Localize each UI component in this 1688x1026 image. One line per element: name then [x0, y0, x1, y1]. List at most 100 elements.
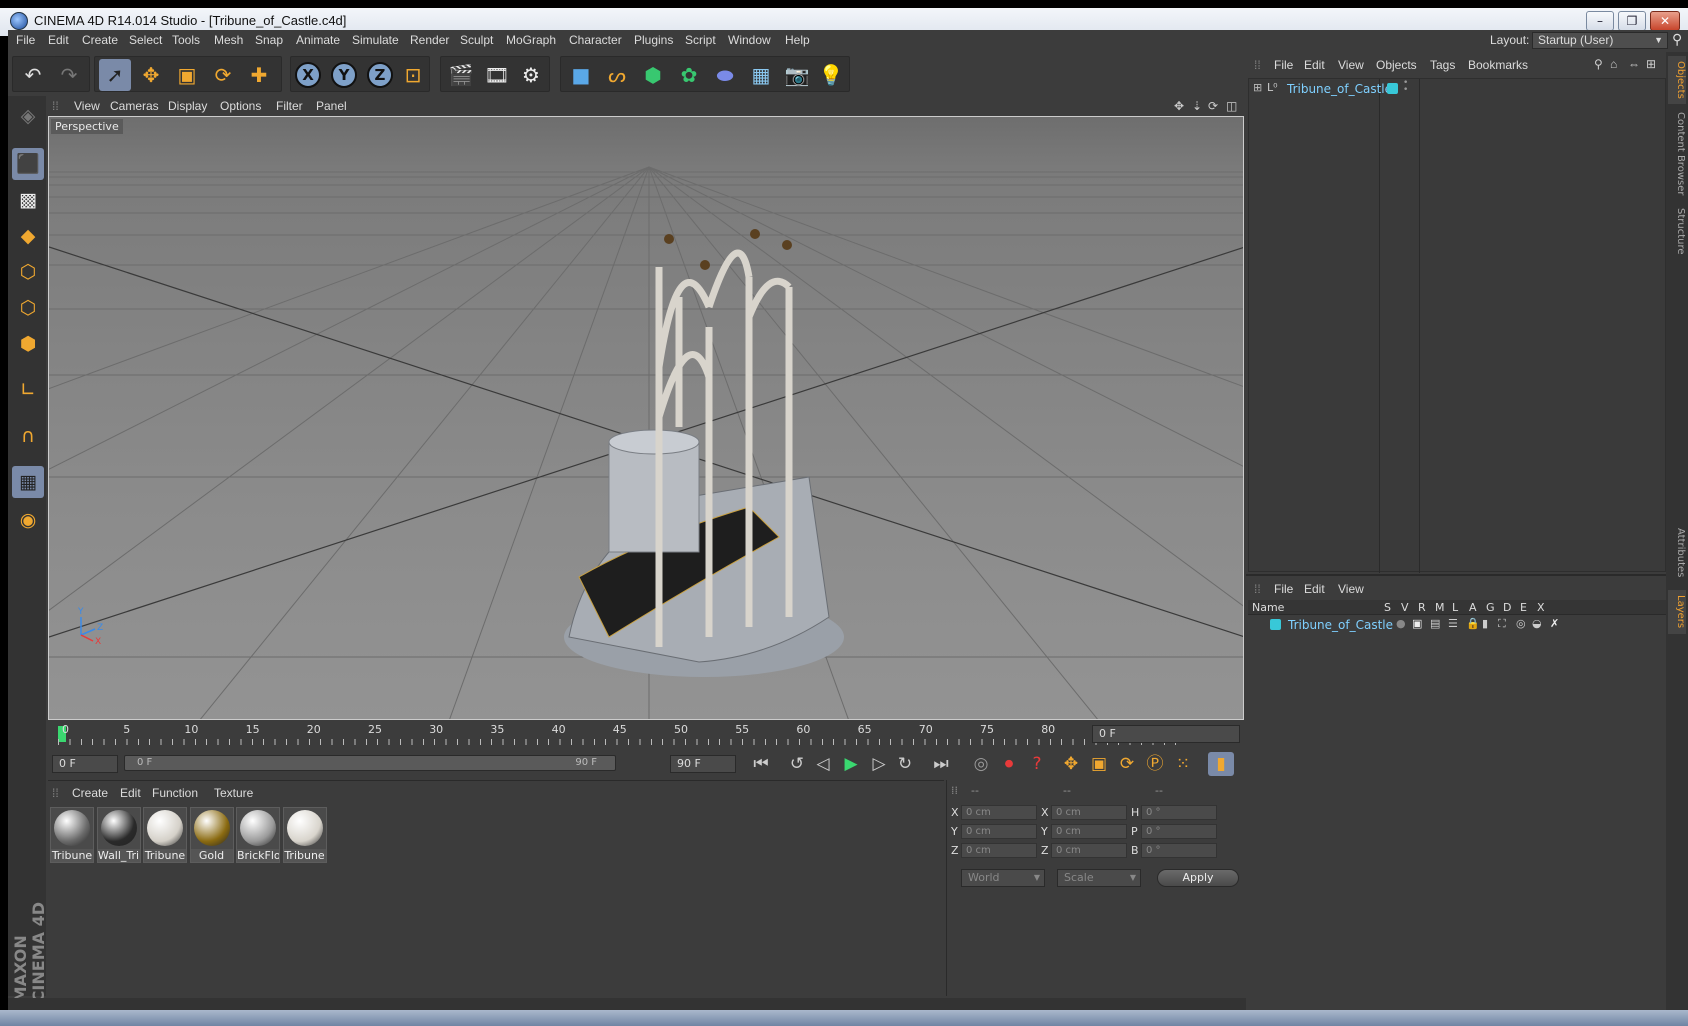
layer-col-e[interactable]: E	[1520, 601, 1527, 614]
deformer-icon[interactable]: ⬬	[709, 59, 741, 91]
render-picture-viewer-icon[interactable]: 🎞	[481, 59, 513, 91]
menu-animate[interactable]: Animate	[296, 33, 340, 47]
move-icon[interactable]: ✥	[135, 59, 167, 91]
search-icon[interactable]: ⚲	[1672, 31, 1682, 48]
autokey-icon[interactable]: ?	[1024, 752, 1050, 776]
x-axis-button[interactable]: X	[295, 62, 321, 88]
lock-icon[interactable]: 🔒	[1466, 617, 1480, 630]
objects-menu-file[interactable]: File	[1274, 58, 1293, 72]
material-swatch[interactable]: BrickFlo	[236, 807, 280, 863]
collapse-icon[interactable]: ⇔	[1628, 57, 1640, 71]
key-position-icon[interactable]: ✥	[1058, 752, 1084, 776]
layer-col-l[interactable]: L	[1452, 601, 1458, 614]
world-dropdown[interactable]: World ▼	[961, 869, 1045, 887]
texture-mode-icon[interactable]: ▩	[12, 184, 44, 216]
menu-tools[interactable]: Tools	[172, 33, 200, 47]
tab-structure[interactable]: Structure	[1668, 204, 1686, 258]
render-view-icon[interactable]: 🎬	[445, 59, 477, 91]
menu-sculpt[interactable]: Sculpt	[460, 33, 493, 47]
current-frame-field[interactable]: 0 F	[1092, 725, 1240, 743]
maximize-button[interactable]: ❐	[1618, 11, 1646, 31]
array-icon[interactable]: ✿	[673, 59, 705, 91]
viewport-menu-display[interactable]: Display	[168, 99, 207, 113]
previous-frame-icon[interactable]: ◁	[810, 752, 836, 776]
menu-mograph[interactable]: MoGraph	[506, 33, 556, 47]
menu-create[interactable]: Create	[82, 33, 118, 47]
magnet-icon[interactable]: ∩	[12, 420, 44, 452]
render-settings-icon[interactable]: ⚙	[515, 59, 547, 91]
layers-menu-edit[interactable]: Edit	[1304, 582, 1325, 596]
next-frame-icon[interactable]: ▷	[866, 752, 892, 776]
coord-value-field[interactable]: 0 °	[1141, 805, 1217, 820]
workplane-lock-icon[interactable]: ▦	[12, 466, 44, 498]
floor-icon[interactable]: ▦	[745, 59, 777, 91]
menu-select[interactable]: Select	[129, 33, 162, 47]
play-icon[interactable]: ▶	[838, 752, 864, 776]
goto-start-icon[interactable]: ⏮	[748, 752, 774, 776]
layer-color-swatch[interactable]	[1270, 619, 1281, 630]
solo-icon[interactable]: ●	[1396, 617, 1406, 630]
axis-mode-icon[interactable]: ∟	[12, 374, 44, 406]
viewport-menu-panel[interactable]: Panel	[316, 99, 347, 113]
viewport-zoom-icon[interactable]: ⇣	[1192, 99, 1202, 113]
start-frame-field[interactable]: 0 F	[52, 755, 118, 773]
layer-col-x[interactable]: X	[1537, 601, 1545, 614]
minimize-button[interactable]: –	[1586, 11, 1614, 31]
coord-value-field[interactable]: 0 cm	[1051, 843, 1127, 858]
layer-name[interactable]: Tribune_of_Castle	[1288, 618, 1393, 632]
menu-file[interactable]: File	[16, 33, 35, 47]
menu-character[interactable]: Character	[569, 33, 622, 47]
locked-workplane-icon[interactable]: ◉	[12, 504, 44, 536]
viewport-menu-options[interactable]: Options	[220, 99, 261, 113]
z-axis-button[interactable]: Z	[367, 62, 393, 88]
key-scale-icon[interactable]: ▣	[1086, 752, 1112, 776]
layers-menu-file[interactable]: File	[1274, 582, 1293, 596]
camera-icon[interactable]: 📷	[781, 59, 813, 91]
coord-value-field[interactable]: 0 cm	[961, 805, 1037, 820]
timeline-window-icon[interactable]: ▮	[1208, 752, 1234, 776]
key-param-icon[interactable]: Ⓟ	[1142, 752, 1168, 776]
new-window-icon[interactable]: ⊞	[1646, 57, 1656, 71]
menu-window[interactable]: Window	[728, 33, 771, 47]
layer-color-tag[interactable]	[1387, 83, 1398, 94]
motion-record-icon[interactable]: ◎	[968, 752, 994, 776]
edges-mode-icon[interactable]: ⬡	[12, 292, 44, 324]
coord-value-field[interactable]: 0 cm	[961, 824, 1037, 839]
material-menu-texture[interactable]: Texture	[214, 786, 253, 800]
expand-icon[interactable]: ⊞	[1253, 81, 1262, 94]
coord-value-field[interactable]: 0 cm	[1051, 805, 1127, 820]
generator-icon[interactable]: ⛶	[1498, 617, 1506, 631]
record-keys-icon[interactable]: ⏺	[996, 752, 1022, 776]
layers-menu-view[interactable]: View	[1338, 582, 1364, 596]
viewport-maximize-icon[interactable]: ◫	[1226, 99, 1237, 113]
viewport-move-icon[interactable]: ✥	[1174, 99, 1184, 113]
points-mode-icon[interactable]: ⬡	[12, 256, 44, 288]
layer-col-v[interactable]: V	[1401, 601, 1409, 614]
tab-layers[interactable]: Layers	[1668, 590, 1686, 634]
material-swatch[interactable]: Wall_Tri	[96, 807, 141, 863]
menu-edit[interactable]: Edit	[48, 33, 69, 47]
viewport-menu-cameras[interactable]: Cameras	[110, 99, 159, 113]
polygons-mode-icon[interactable]: ⬢	[12, 328, 44, 360]
tab-content-browser[interactable]: Content Browser	[1668, 110, 1686, 198]
previous-key-icon[interactable]: ↺	[784, 752, 810, 776]
layer-col-r[interactable]: R	[1418, 601, 1426, 614]
material-menu-function[interactable]: Function	[152, 786, 198, 800]
home-icon[interactable]: ⌂	[1610, 57, 1617, 71]
objects-menu-bookmarks[interactable]: Bookmarks	[1468, 58, 1528, 72]
goto-end-icon[interactable]: ⏭	[928, 752, 954, 776]
material-swatch[interactable]: Gold	[189, 807, 234, 863]
object-name[interactable]: Tribune_of_Castle	[1287, 82, 1392, 96]
render-icon[interactable]: ▤	[1430, 617, 1440, 630]
coord-value-field[interactable]: 0 °	[1141, 843, 1217, 858]
undo-icon[interactable]: ↶	[17, 59, 49, 91]
model-mode-icon[interactable]: ⬛	[12, 148, 44, 180]
perspective-viewport[interactable]: Perspective Y Z X	[48, 116, 1244, 720]
menu-mesh[interactable]: Mesh	[214, 33, 243, 47]
visibility-dots-icon[interactable]: • •	[1403, 79, 1408, 95]
cube-icon[interactable]: ■	[565, 59, 597, 91]
coord-value-field[interactable]: 0 cm	[961, 843, 1037, 858]
coord-value-field[interactable]: 0 cm	[1051, 824, 1127, 839]
material-swatch[interactable]: Tribune	[143, 807, 187, 863]
timeline-ruler[interactable]: 051015202530354045505560657075808590 0 F	[48, 722, 1244, 746]
